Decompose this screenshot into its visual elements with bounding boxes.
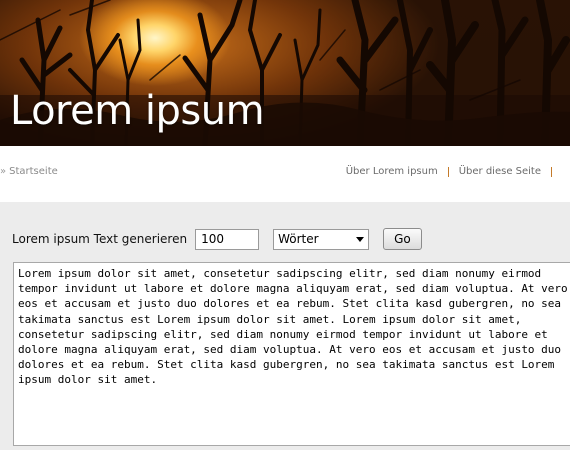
nav-link-about-lorem-ipsum[interactable]: Über Lorem ipsum — [346, 166, 438, 177]
navigation-bar: » Startseite Über Lorem ipsum Über diese… — [0, 146, 570, 202]
nav-home-link[interactable]: » Startseite — [0, 166, 58, 177]
nav-links: Über Lorem ipsum Über diese Seite — [346, 166, 562, 177]
generator-section: Lorem ipsum Text generieren Wörter Go Lo… — [0, 202, 570, 450]
site-title: Lorem ipsum — [10, 88, 265, 134]
nav-separator — [551, 166, 552, 177]
header-banner: Lorem ipsum — [0, 0, 570, 146]
generator-form: Lorem ipsum Text generieren Wörter Go — [12, 228, 422, 250]
nav-separator — [447, 166, 449, 177]
dropdown-arrow-icon — [356, 236, 365, 242]
unit-select-value: Wörter — [278, 232, 319, 246]
double-chevron-right-icon: » — [0, 166, 6, 177]
nav-home-label: Startseite — [9, 166, 58, 177]
unit-select[interactable]: Wörter — [273, 228, 370, 250]
generator-label: Lorem ipsum Text generieren — [12, 232, 188, 246]
output-textarea[interactable]: Lorem ipsum dolor sit amet, consetetur s… — [13, 262, 570, 446]
word-count-input[interactable] — [195, 228, 260, 250]
go-button[interactable]: Go — [383, 228, 422, 250]
nav-link-about-this-page[interactable]: Über diese Seite — [459, 166, 541, 177]
